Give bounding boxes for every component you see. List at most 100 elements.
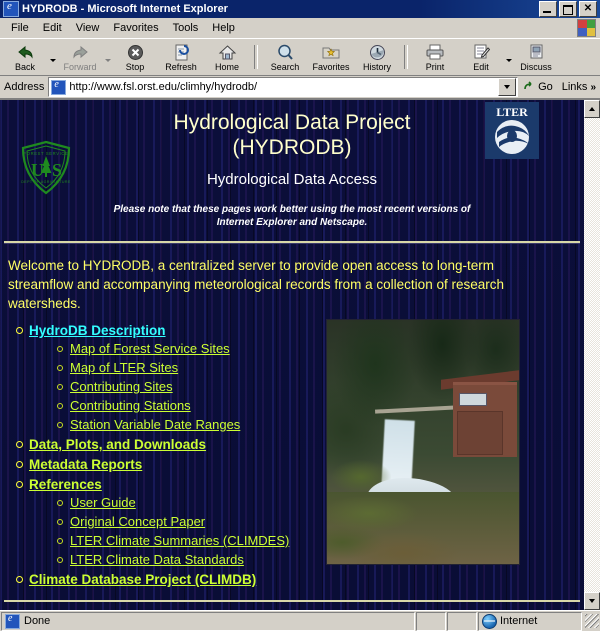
menu-item-tools[interactable]: Tools [166,20,206,36]
forward-arrow-icon [71,43,90,62]
security-zone-pane: Internet [478,611,582,631]
close-button[interactable]: ✕ [579,1,597,17]
refresh-icon [174,43,189,62]
discuss-button[interactable]: Discuss [513,40,559,74]
browser-window: HYDRODB - Microsoft Internet Explorer ✕ … [0,0,600,631]
link-original-concept-paper[interactable]: Original Concept Paper [70,514,205,529]
scroll-up-button[interactable] [584,100,600,118]
forward-history-dropdown[interactable] [103,40,112,74]
history-button-label: History [362,61,391,72]
toolbar-separator-1 [254,45,258,69]
lter-logo-icon: LTER [485,102,539,159]
maximize-button[interactable] [559,1,577,17]
link-lter-climate-data-standards[interactable]: LTER Climate Data Standards [70,552,244,567]
site-navigation: HydroDB Description Map of Forest Servic… [0,315,326,590]
link-data-plots-downloads[interactable]: Data, Plots, and Downloads [29,437,206,452]
link-references[interactable]: References [29,477,102,492]
menu-bar: File Edit View Favorites Tools Help [0,18,600,38]
list-item: Contributing Stations [55,397,326,415]
ie-logo-icon [3,0,19,17]
link-lter-climate-summaries[interactable]: LTER Climate Summaries (CLIMDES) [70,533,289,548]
window-title: HYDRODB - Microsoft Internet Explorer [22,3,228,15]
go-arrow-icon [523,81,536,93]
footer-paragraph: For information on becoming a participat… [0,602,584,610]
stop-button[interactable]: Stop [112,40,158,74]
scrollbar-track[interactable] [584,118,600,592]
address-input[interactable]: http://www.fsl.orst.edu/climhy/hydrodb/ [48,77,519,97]
nav-sublist-description: Map of Forest Service Sites Map of LTER … [29,340,326,434]
link-map-lter-sites[interactable]: Map of LTER Sites [70,360,178,375]
search-button-label: Search [270,61,300,72]
security-zone-label: Internet [500,615,538,627]
edit-dropdown[interactable] [504,40,513,74]
scroll-down-button[interactable] [584,592,600,610]
history-button[interactable]: History [354,40,400,74]
svg-text:LTER: LTER [496,105,528,119]
forward-button[interactable]: Forward [57,40,103,74]
link-station-variable-date-ranges[interactable]: Station Variable Date Ranges [70,417,240,432]
vertical-scrollbar[interactable] [584,100,600,610]
list-item: Climate Database Project (CLIMDB) [14,570,326,589]
minimize-button[interactable] [539,1,557,17]
list-item: Map of Forest Service Sites [55,340,326,358]
home-icon [218,43,237,62]
home-button[interactable]: Home [204,40,250,74]
menu-item-file[interactable]: File [4,20,36,36]
svg-text:FOREST SERVICE: FOREST SERVICE [24,151,69,156]
address-bar: Address http://www.fsl.orst.edu/climhy/h… [0,76,600,99]
search-icon [277,43,294,62]
home-button-label: Home [214,61,239,72]
status-bar: Done Internet [0,610,600,631]
back-button-label: Back [14,61,35,72]
status-text: Done [24,615,51,627]
list-item: Station Variable Date Ranges [55,416,326,434]
history-icon [369,43,386,62]
web-page: FOREST SERVICE U S DEPT OF AGRICULTURE L… [0,100,584,610]
svg-text:U: U [31,160,44,180]
favorites-folder-icon [322,43,340,62]
list-item: Data, Plots, and Downloads [14,435,326,454]
stop-button-label: Stop [125,61,145,72]
edit-button-label: Edit [473,61,489,72]
list-item: LTER Climate Summaries (CLIMDES) [55,532,326,550]
list-item: Original Concept Paper [55,513,326,531]
back-history-dropdown[interactable] [48,40,57,74]
resize-grip[interactable] [585,614,599,628]
menu-item-view[interactable]: View [69,20,107,36]
list-item: Metadata Reports [14,455,326,474]
link-contributing-stations[interactable]: Contributing Stations [70,398,191,413]
link-climate-database-project[interactable]: Climate Database Project (CLIMDB) [29,572,256,587]
refresh-button[interactable]: Refresh [158,40,204,74]
address-dropdown-button[interactable] [498,78,517,96]
menu-item-edit[interactable]: Edit [36,20,69,36]
menu-item-help[interactable]: Help [205,20,242,36]
go-button[interactable]: Go [518,81,558,93]
list-item: LTER Climate Data Standards [55,551,326,569]
browser-viewport: FOREST SERVICE U S DEPT OF AGRICULTURE L… [0,99,600,610]
link-contributing-sites[interactable]: Contributing Sites [70,379,173,394]
edit-page-icon [473,43,490,62]
link-user-guide[interactable]: User Guide [70,495,136,510]
list-item: Contributing Sites [55,378,326,396]
welcome-paragraph: Welcome to HYDRODB, a centralized server… [8,258,504,311]
address-label: Address [4,81,45,93]
back-button[interactable]: Back [2,40,48,74]
gauging-station-photo [326,319,520,565]
status-pane-3 [447,611,477,631]
list-item: HydroDB Description Map of Forest Servic… [14,321,326,434]
favorites-button[interactable]: Favorites [308,40,354,74]
link-metadata-reports[interactable]: Metadata Reports [29,457,142,472]
nav-list: HydroDB Description Map of Forest Servic… [14,321,326,589]
link-hydrodb-description[interactable]: HydroDB Description [29,323,166,338]
link-map-forest-service-sites[interactable]: Map of Forest Service Sites [70,341,230,356]
print-button[interactable]: Print [412,40,458,74]
links-button[interactable]: Links » [558,81,598,93]
refresh-button-label: Refresh [165,61,197,72]
browser-compat-note: Please note that these pages work better… [113,204,471,228]
search-button[interactable]: Search [262,40,308,74]
menu-item-favorites[interactable]: Favorites [106,20,165,36]
chevron-right-icon: » [590,81,596,93]
edit-button[interactable]: Edit [458,40,504,74]
list-item: Map of LTER Sites [55,359,326,377]
forward-button-label: Forward [63,61,97,72]
